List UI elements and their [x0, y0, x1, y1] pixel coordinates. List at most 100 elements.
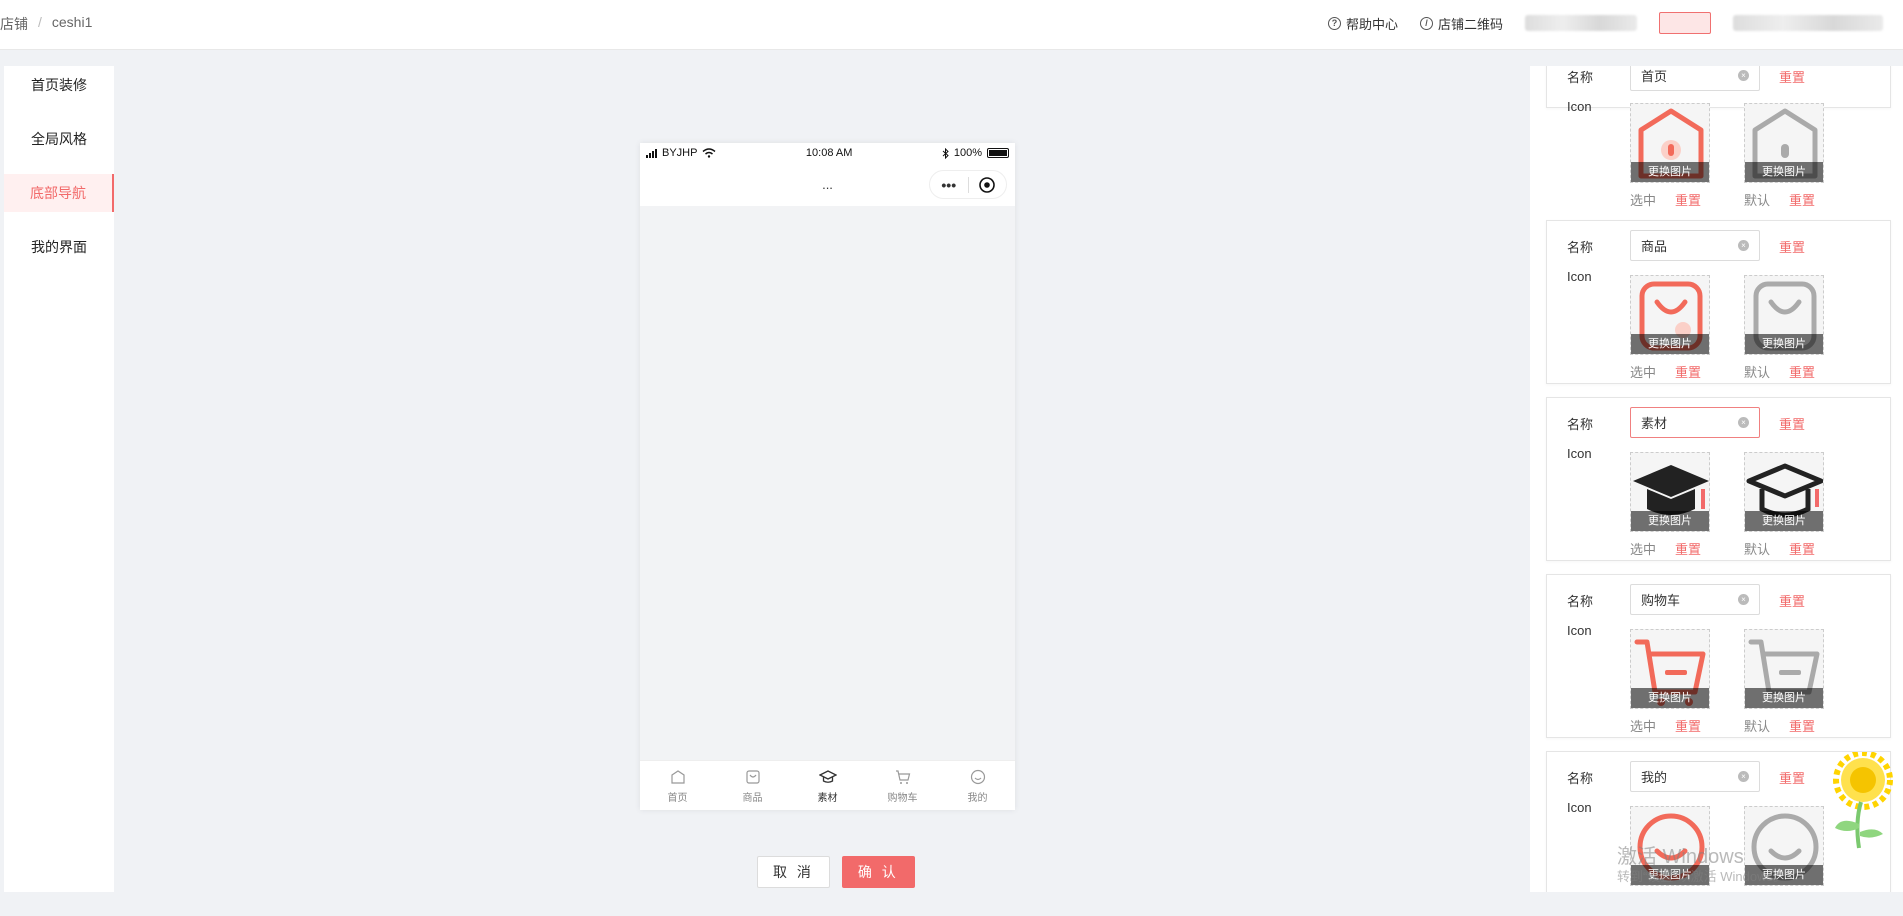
- bag-icon: [745, 769, 760, 784]
- sidebar-item-global-style[interactable]: 全局风格: [4, 120, 114, 158]
- clear-icon[interactable]: ×: [1738, 70, 1749, 81]
- tab-label: 购物车: [887, 792, 918, 804]
- battery-icon: [987, 148, 1009, 158]
- link-icon: /: [1419, 16, 1433, 30]
- selected-caption: 选中: [1630, 193, 1657, 208]
- change-image-button[interactable]: 更换图片: [1745, 688, 1823, 708]
- selected-reset-link[interactable]: 重置: [1675, 362, 1701, 381]
- smile-icon: [970, 769, 985, 784]
- clear-icon[interactable]: ×: [1738, 240, 1749, 251]
- name-reset-link[interactable]: 重置: [1779, 414, 1805, 433]
- tab-label: 我的: [967, 792, 988, 804]
- selected-reset-link[interactable]: 重置: [1675, 716, 1701, 735]
- confirm-button[interactable]: 确 认: [841, 856, 915, 888]
- nav-item-card: 名称 首页 × 重置 Icon 更换图片 更换图片 选中 重置 默认 重置: [1546, 66, 1891, 208]
- nav-name-value: 商品: [1641, 239, 1668, 254]
- nav-item-card: 名称 购物车 × 重置 Icon 更换图片 更换图片 选中 重置 默认 重置: [1546, 574, 1891, 738]
- tab-material[interactable]: 素材: [790, 761, 865, 810]
- nav-name-input[interactable]: 商品 ×: [1630, 230, 1760, 261]
- sidebar-item-label: 全局风格: [31, 131, 87, 147]
- sidebar-item-my-page[interactable]: 我的界面: [4, 228, 114, 266]
- clear-icon[interactable]: ×: [1738, 417, 1749, 428]
- default-icon-box[interactable]: 更换图片: [1744, 275, 1824, 355]
- name-label: 名称: [1567, 70, 1594, 85]
- tab-cart[interactable]: 购物车: [865, 761, 940, 810]
- default-icon-box[interactable]: 更换图片: [1744, 103, 1824, 183]
- help-center-link[interactable]: ? 帮助中心: [1327, 14, 1398, 33]
- change-image-button[interactable]: 更换图片: [1631, 688, 1709, 708]
- nav-name-input[interactable]: 我的 ×: [1630, 761, 1760, 792]
- shop-qrcode-label: 店铺二维码: [1437, 16, 1503, 32]
- selected-reset-link[interactable]: 重置: [1675, 190, 1701, 209]
- header-actions: ? 帮助中心 / 店铺二维码: [1327, 12, 1883, 34]
- phone-preview: BYJHP 10:08 AM 100% ... ••• 首页 商品 素材 购物车…: [640, 143, 1015, 810]
- cancel-button[interactable]: 取 消: [757, 856, 830, 888]
- change-image-button[interactable]: 更换图片: [1631, 511, 1709, 531]
- name-label: 名称: [1567, 771, 1594, 786]
- breadcrumb-shop[interactable]: 店铺: [0, 14, 28, 34]
- blurred-user-info[interactable]: [1733, 15, 1883, 31]
- sunflower-mascot-icon: [1833, 752, 1893, 849]
- change-image-button[interactable]: 更换图片: [1631, 334, 1709, 354]
- default-caption: 默认: [1744, 719, 1771, 734]
- sidebar-item-bottom-nav[interactable]: 底部导航: [4, 174, 114, 212]
- sidebar-item-home-decoration[interactable]: 首页装修: [4, 66, 114, 104]
- status-time: 10:08 AM: [805, 147, 853, 159]
- selected-icon-box[interactable]: 更换图片: [1630, 275, 1710, 355]
- default-reset-link[interactable]: 重置: [1789, 716, 1815, 735]
- mini-program-capsule: •••: [929, 170, 1007, 199]
- nav-item-card: 名称 商品 × 重置 Icon 更换图片 更换图片 选中 重置 默认 重置: [1546, 220, 1891, 384]
- nav-name-input[interactable]: 素材 ×: [1630, 407, 1760, 438]
- default-icon-box[interactable]: 更换图片: [1744, 629, 1824, 709]
- icon-label: Icon: [1567, 446, 1592, 461]
- name-reset-link[interactable]: 重置: [1779, 237, 1805, 256]
- tab-home[interactable]: 首页: [640, 761, 715, 810]
- wifi-icon: [702, 148, 716, 158]
- change-image-button[interactable]: 更换图片: [1745, 162, 1823, 182]
- change-image-button[interactable]: 更换图片: [1745, 334, 1823, 354]
- clear-icon[interactable]: ×: [1738, 771, 1749, 782]
- blurred-shop-info: [1525, 15, 1637, 31]
- selected-icon-box[interactable]: 更换图片: [1630, 103, 1710, 183]
- tab-goods[interactable]: 商品: [715, 761, 790, 810]
- nav-name-input[interactable]: 首页 ×: [1630, 66, 1760, 91]
- nav-name-input[interactable]: 购物车 ×: [1630, 584, 1760, 615]
- change-image-button[interactable]: 更换图片: [1745, 511, 1823, 531]
- selected-icon-box[interactable]: 更换图片: [1630, 452, 1710, 532]
- windows-activation-watermark: 激活 Windows: [1617, 846, 1744, 868]
- sidebar-item-label: 我的界面: [31, 239, 87, 255]
- nav-title: ...: [822, 177, 833, 192]
- default-reset-link[interactable]: 重置: [1789, 362, 1815, 381]
- tab-mine[interactable]: 我的: [940, 761, 1015, 810]
- nav-name-value: 素材: [1641, 416, 1668, 431]
- close-target-icon[interactable]: [969, 175, 1007, 193]
- clear-icon[interactable]: ×: [1738, 594, 1749, 605]
- bluetooth-icon: [942, 147, 949, 159]
- default-caption: 默认: [1744, 193, 1771, 208]
- name-reset-link[interactable]: 重置: [1779, 591, 1805, 610]
- name-reset-link[interactable]: 重置: [1779, 768, 1805, 787]
- question-circle-icon: ?: [1327, 16, 1341, 30]
- selected-caption: 选中: [1630, 719, 1657, 734]
- blurred-badge[interactable]: [1659, 12, 1711, 34]
- change-image-button[interactable]: 更换图片: [1631, 162, 1709, 182]
- tab-label: 素材: [817, 792, 838, 804]
- home-icon: [670, 769, 685, 784]
- cart-icon: [895, 769, 910, 784]
- nav-item-card: 名称 素材 × 重置 Icon 更换图片 更换图片 选中 重置 默认 重置: [1546, 397, 1891, 561]
- battery-percent: 100%: [953, 147, 982, 159]
- default-icon-box[interactable]: 更换图片: [1744, 452, 1824, 532]
- selected-reset-link[interactable]: 重置: [1675, 539, 1701, 558]
- shop-qrcode-link[interactable]: / 店铺二维码: [1419, 14, 1503, 33]
- sidebar-item-label: 首页装修: [31, 77, 87, 93]
- name-reset-link[interactable]: 重置: [1779, 67, 1805, 86]
- default-caption: 默认: [1744, 542, 1771, 557]
- breadcrumb-current: ceshi1: [51, 14, 93, 30]
- breadcrumb: 店铺 / ceshi1: [0, 14, 92, 34]
- more-dots-icon[interactable]: •••: [930, 177, 968, 193]
- default-reset-link[interactable]: 重置: [1789, 539, 1815, 558]
- nav-name-value: 首页: [1641, 69, 1668, 84]
- carrier-name: BYJHP: [662, 147, 698, 159]
- default-reset-link[interactable]: 重置: [1789, 190, 1815, 209]
- selected-icon-box[interactable]: 更换图片: [1630, 629, 1710, 709]
